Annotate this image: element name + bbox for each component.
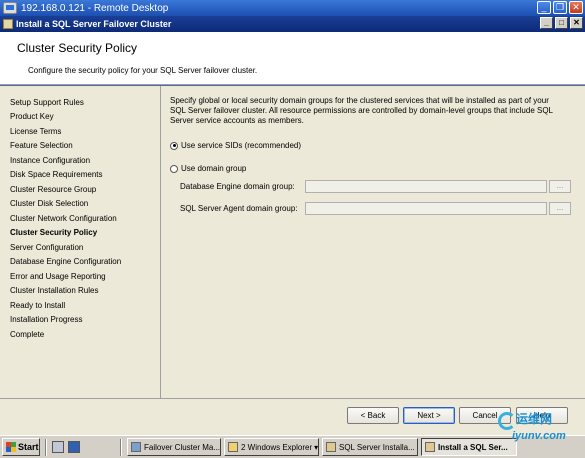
agent-domain-group-label: SQL Server Agent domain group: — [180, 204, 298, 213]
cluster-icon — [131, 442, 141, 452]
start-label[interactable]: Start — [18, 442, 39, 452]
button-bar-divider — [0, 398, 585, 399]
dialog-titlebar: Install a SQL Server Failover Cluster _ … — [0, 16, 585, 32]
wizard-step-list: Setup Support Rules Product Key License … — [0, 86, 161, 398]
nav-item-cluster-installation-rules[interactable]: Cluster Installation Rules — [10, 286, 98, 295]
installer-icon — [425, 442, 435, 452]
windows-logo-icon — [6, 442, 16, 452]
policy-description: Specify global or local security domain … — [170, 96, 553, 125]
db-engine-browse-button[interactable]: ... — [549, 180, 571, 193]
nav-item-product-key[interactable]: Product Key — [10, 112, 54, 121]
task-label: 2 Windows Explorer — [241, 442, 313, 452]
dialog-close-icon[interactable]: ✕ — [570, 17, 583, 29]
powershell-icon[interactable] — [68, 441, 80, 453]
close-icon[interactable]: ✕ — [569, 1, 583, 14]
folder-icon — [228, 442, 238, 452]
nav-item-cluster-disk-selection[interactable]: Cluster Disk Selection — [10, 199, 88, 208]
dialog-maximize-icon[interactable]: □ — [555, 17, 568, 29]
security-policy-panel: Specify global or local security domain … — [170, 96, 575, 215]
nav-item-error-and-usage-reporting[interactable]: Error and Usage Reporting — [10, 272, 106, 281]
nav-item-complete[interactable]: Complete — [10, 330, 44, 339]
dialog-minimize-icon[interactable]: _ — [540, 17, 553, 29]
page-title: Cluster Security Policy — [17, 41, 138, 55]
remote-desktop-titlebar: 192.168.0.121 - Remote Desktop _ ❐ ✕ — [0, 0, 585, 16]
watermark-cn-text: 运维网 — [516, 412, 553, 426]
nav-item-database-engine-configuration[interactable]: Database Engine Configuration — [10, 257, 121, 266]
site-watermark: 运维网 iyunv.com — [498, 408, 578, 448]
service-sids-label[interactable]: Use service SIDs (recommended) — [181, 141, 301, 150]
quicklaunch-divider — [45, 439, 47, 456]
nav-item-instance-configuration[interactable]: Instance Configuration — [10, 156, 90, 165]
nav-item-cluster-network-configuration[interactable]: Cluster Network Configuration — [10, 214, 117, 223]
minimize-icon[interactable]: _ — [537, 1, 551, 14]
server-manager-icon[interactable] — [52, 441, 64, 453]
domain-group-radio[interactable] — [170, 164, 178, 173]
task-failover-cluster[interactable]: Failover Cluster Ma... — [127, 438, 221, 456]
chevron-down-icon: ▾ — [314, 442, 319, 452]
nav-item-license-terms[interactable]: License Terms — [10, 127, 61, 136]
nav-item-setup-support-rules[interactable]: Setup Support Rules — [10, 98, 84, 107]
task-label: SQL Server Installa... — [339, 442, 415, 452]
domain-group-label[interactable]: Use domain group — [181, 164, 246, 173]
agent-browse-button[interactable]: ... — [549, 202, 571, 215]
nav-item-cluster-security-policy[interactable]: Cluster Security Policy — [10, 228, 97, 237]
db-engine-domain-group-input[interactable] — [305, 180, 547, 193]
remote-desktop-icon — [3, 2, 17, 14]
wizard-body: Setup Support Rules Product Key License … — [0, 86, 585, 398]
nav-item-ready-to-install[interactable]: Ready to Install — [10, 301, 65, 310]
page-header: Cluster Security Policy Configure the se… — [0, 32, 585, 85]
nav-item-server-configuration[interactable]: Server Configuration — [10, 243, 83, 252]
db-engine-domain-group-label: Database Engine domain group: — [180, 182, 295, 191]
next-button[interactable]: Next > — [403, 407, 455, 424]
installer-icon — [326, 442, 336, 452]
service-sids-radio[interactable] — [170, 141, 178, 150]
task-sql-server-installation[interactable]: SQL Server Installa... — [322, 438, 418, 456]
restore-icon[interactable]: ❐ — [553, 1, 567, 14]
dialog-title: Install a SQL Server Failover Cluster — [16, 19, 172, 29]
nav-item-installation-progress[interactable]: Installation Progress — [10, 315, 82, 324]
page-subtitle: Configure the security policy for your S… — [28, 66, 258, 75]
remote-desktop-title: 192.168.0.121 - Remote Desktop — [21, 2, 169, 14]
tasks-divider — [120, 439, 122, 456]
watermark-logo-icon — [498, 412, 516, 430]
task-label: Failover Cluster Ma... — [144, 442, 221, 452]
setup-icon — [3, 19, 13, 29]
nav-item-cluster-resource-group[interactable]: Cluster Resource Group — [10, 185, 96, 194]
back-button[interactable]: < Back — [347, 407, 399, 424]
use-domain-group-option[interactable]: Use domain group — [170, 164, 246, 173]
use-service-sids-option[interactable]: Use service SIDs (recommended) — [170, 141, 301, 150]
nav-item-disk-space-requirements[interactable]: Disk Space Requirements — [10, 170, 102, 179]
task-windows-explorer[interactable]: 2 Windows Explorer ▾ — [224, 438, 319, 456]
watermark-url: iyunv.com — [512, 430, 566, 442]
agent-domain-group-input[interactable] — [305, 202, 547, 215]
start-button[interactable]: Start — [2, 438, 40, 456]
nav-item-feature-selection[interactable]: Feature Selection — [10, 141, 73, 150]
